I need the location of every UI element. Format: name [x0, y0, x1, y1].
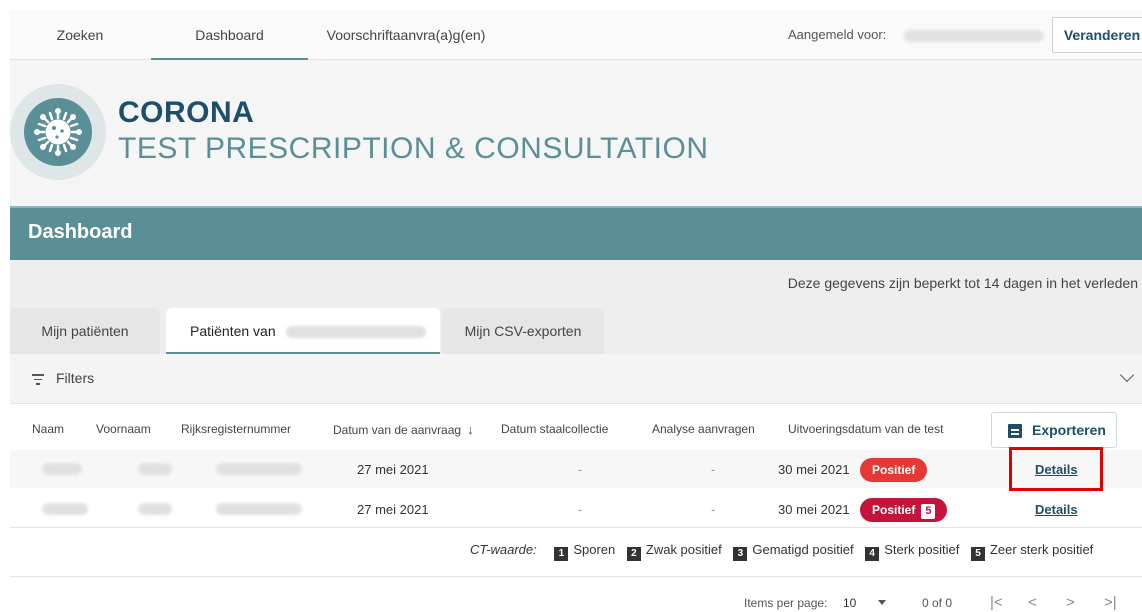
ct-legend-item: 5 Zeer sterk positief	[970, 542, 1093, 561]
column-header[interactable]: Analyse aanvragen	[652, 422, 755, 436]
first-page-icon[interactable]: |<	[990, 594, 1003, 611]
sample-date: -	[578, 502, 583, 517]
table-row: 27 mei 2021 - - 30 mei 2021 Positief 5 De…	[10, 490, 1142, 528]
chevron-down-icon[interactable]	[1119, 367, 1135, 383]
ct-legend-item: 3 Gematigd positief	[733, 542, 854, 561]
ct-legend-label: CT-waarde:	[470, 542, 537, 557]
dashboard-bar: Dashboard	[10, 206, 1142, 260]
filters-label: Filters	[56, 370, 95, 386]
export-button-label: Exporteren	[1032, 422, 1106, 438]
redacted-firstname	[138, 463, 172, 475]
nav-tab-zoeken[interactable]: Zoeken	[10, 10, 150, 60]
app-title: CORONA	[118, 96, 255, 129]
ct-legend: CT-waarde: 1 Sporen 2 Zwak positief 3 Gemat…	[470, 542, 1093, 561]
page-count: 0 of 0	[922, 596, 953, 610]
document-icon	[1008, 424, 1022, 438]
column-header-sorted[interactable]: Datum van de aanvraag ↓	[333, 422, 474, 437]
table-header: Naam Voornaam Rijksregisternummer Datum …	[10, 404, 1142, 448]
tab-my-patients[interactable]: Mijn patiënten	[10, 308, 160, 354]
app-header: CORONA TEST PRESCRIPTION & CONSULTATION	[10, 60, 1142, 206]
corona-logo	[10, 84, 106, 180]
column-header[interactable]: Datum staalcollectie	[501, 422, 608, 436]
column-header[interactable]: Uitvoeringsdatum van de test	[788, 422, 943, 436]
column-header-label: Datum van de aanvraag	[333, 423, 462, 437]
app-subtitle: TEST PRESCRIPTION & CONSULTATION	[118, 132, 709, 165]
sample-date: -	[578, 462, 583, 477]
redacted-name	[285, 326, 426, 339]
change-button[interactable]: Veranderen	[1052, 17, 1142, 53]
nav-tab-prescription-requests[interactable]: Voorschriftaanvra(a)g(en)	[320, 10, 492, 60]
top-navigation: Zoeken Dashboard Voorschriftaanvra(a)g(e…	[10, 10, 1142, 60]
patient-tabs: Mijn patiënten Patiënten van Mijn CSV-ex…	[10, 306, 1142, 354]
arrow-down-icon: ↓	[467, 422, 474, 437]
column-header[interactable]: Rijksregisternummer	[181, 422, 291, 436]
page-size-select[interactable]: 10	[843, 596, 856, 610]
last-page-icon[interactable]: >|	[1104, 594, 1117, 611]
filter-icon	[32, 374, 44, 388]
ct-legend-item: 2 Zwak positief	[626, 542, 722, 561]
virus-icon	[24, 98, 92, 166]
data-limit-notice: Deze gegevens zijn beperkt tot 14 dagen …	[787, 275, 1138, 291]
status-text: Positief	[872, 463, 916, 477]
divider	[10, 576, 1142, 577]
redacted-name	[903, 29, 1044, 42]
next-page-icon[interactable]: >	[1066, 594, 1075, 611]
redacted-national-number	[216, 463, 302, 475]
status-text: Positief	[872, 503, 916, 517]
filters-panel[interactable]: Filters	[10, 354, 1142, 404]
redacted-firstname	[138, 503, 172, 515]
test-date: 30 mei 2021	[778, 502, 850, 517]
signed-in-label: Aangemeld voor:	[788, 27, 887, 42]
tab-my-csv-exports[interactable]: Mijn CSV-exporten	[442, 308, 604, 354]
analysis-requests: -	[711, 462, 716, 477]
ct-value-badge: 5	[921, 504, 936, 519]
redacted-name	[42, 463, 82, 475]
status-badge: Positief	[860, 458, 928, 482]
table-row: 27 mei 2021 - - 30 mei 2021 Positief Det…	[10, 450, 1142, 488]
items-per-page-label: Items per page:	[744, 596, 828, 610]
signed-in-info: Aangemeld voor:	[788, 10, 1044, 60]
test-date: 30 mei 2021	[778, 462, 850, 477]
nav-tab-dashboard[interactable]: Dashboard	[151, 10, 308, 60]
export-button[interactable]: Exporteren	[991, 412, 1117, 448]
details-link[interactable]: Details	[1035, 502, 1078, 517]
tab-patients-of-label: Patiënten van	[190, 323, 276, 339]
notice-row: Deze gegevens zijn beperkt tot 14 dagen …	[10, 260, 1142, 306]
highlight-box	[1009, 447, 1103, 491]
redacted-name	[42, 503, 88, 515]
column-header[interactable]: Naam	[32, 422, 64, 436]
status-badge: Positief 5	[860, 498, 948, 522]
analysis-requests: -	[711, 502, 716, 517]
request-date: 27 mei 2021	[357, 502, 429, 517]
request-date: 27 mei 2021	[357, 462, 429, 477]
column-header[interactable]: Voornaam	[96, 422, 151, 436]
ct-legend-item: 1 Sporen	[554, 542, 615, 561]
page-title: Dashboard	[28, 221, 133, 243]
caret-down-icon[interactable]	[878, 600, 886, 605]
tab-patients-of[interactable]: Patiënten van	[166, 308, 440, 354]
ct-legend-item: 4 Sterk positief	[865, 542, 959, 561]
redacted-national-number	[216, 503, 302, 515]
previous-page-icon[interactable]: <	[1028, 594, 1037, 611]
